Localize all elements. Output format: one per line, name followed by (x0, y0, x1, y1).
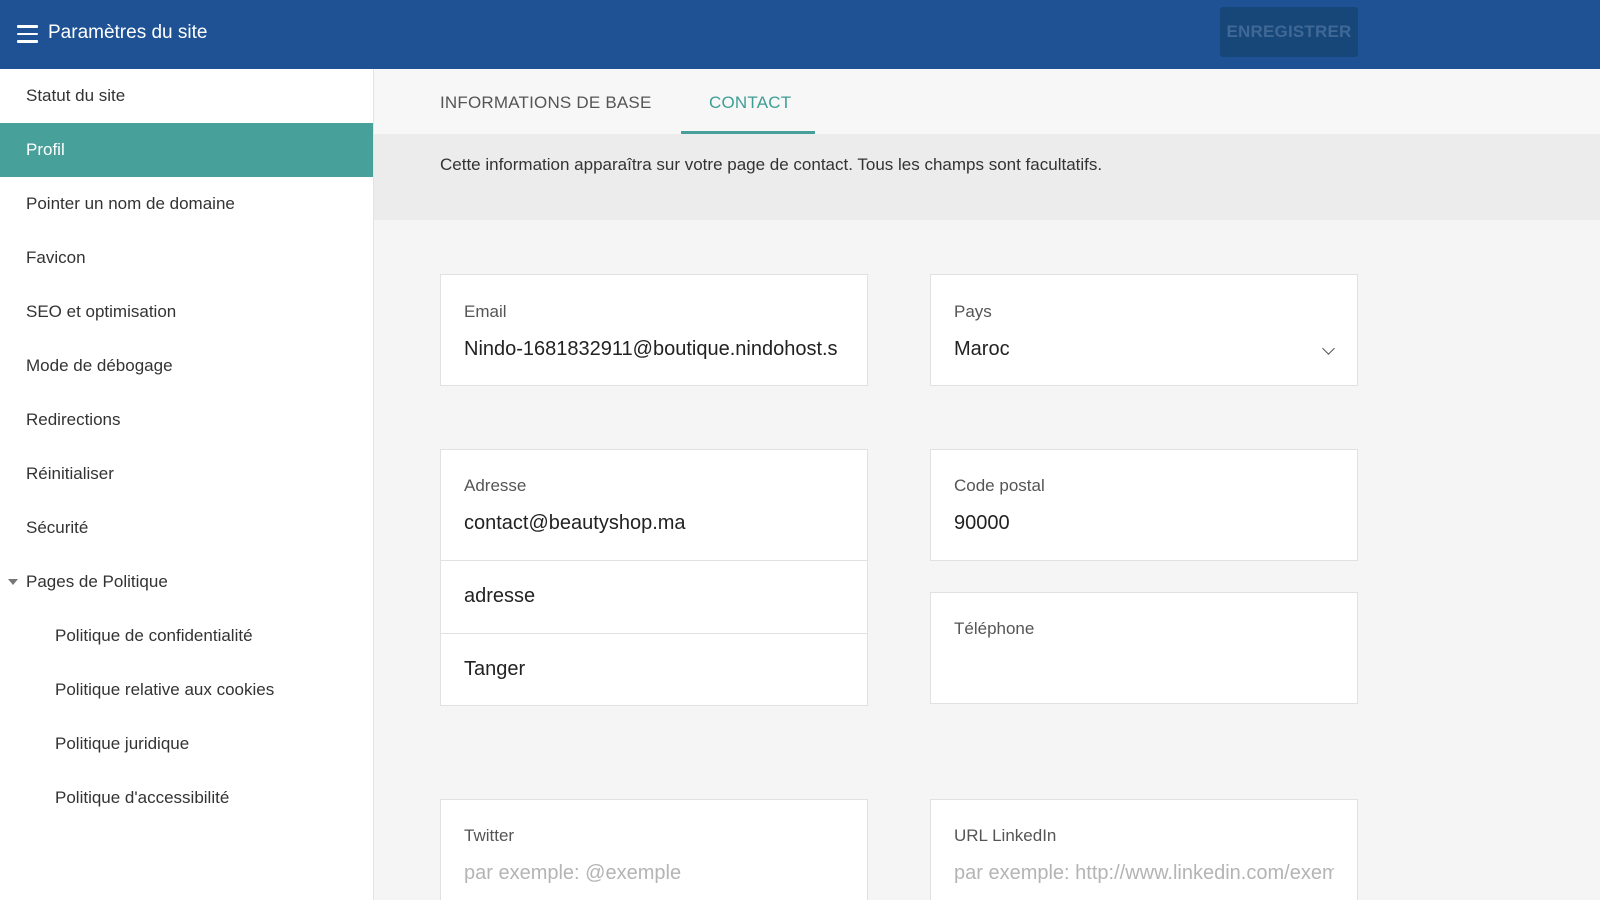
sidebar-item-site-status[interactable]: Statut du site (0, 69, 373, 123)
postal-code-value[interactable]: 90000 (954, 512, 1010, 535)
email-value[interactable]: Nindo-1681832911@boutique.nindohost.s (464, 338, 849, 361)
tab-bar: INFORMATIONS DE BASE CONTACT (374, 69, 1600, 134)
caret-down-icon[interactable] (8, 579, 18, 585)
main-content: INFORMATIONS DE BASE CONTACT Cette infor… (374, 69, 1600, 900)
address-label: Adresse (464, 476, 527, 495)
phone-label: Téléphone (954, 619, 1035, 638)
chevron-down-icon[interactable] (1322, 342, 1335, 355)
address-field-group: Adresse contact@beautyshop.ma adresse Ta… (440, 449, 868, 706)
sidebar-item-debug[interactable]: Mode de débogage (0, 339, 373, 393)
address-line1-input[interactable]: contact@beautyshop.ma (464, 512, 686, 535)
page-title: Paramètres du site (48, 22, 208, 43)
twitter-label: Twitter (464, 826, 515, 845)
divider (441, 633, 867, 634)
top-bar: Paramètres du site ENREGISTRER (0, 0, 1600, 69)
sidebar-item-security[interactable]: Sécurité (0, 501, 373, 555)
sidebar-item-reset[interactable]: Réinitialiser (0, 447, 373, 501)
twitter-field[interactable]: Twitter par exemple: @exemple (440, 799, 868, 900)
sidebar-item-domain[interactable]: Pointer un nom de domaine (0, 177, 373, 231)
country-label: Pays (954, 302, 992, 321)
sidebar-subitem-accessibility[interactable]: Politique d'accessibilité (0, 771, 373, 825)
hamburger-menu-icon[interactable] (17, 25, 38, 43)
postal-code-label: Code postal (954, 476, 1045, 495)
address-city-input[interactable]: Tanger (464, 658, 525, 681)
sidebar-subitem-cookies[interactable]: Politique relative aux cookies (0, 663, 373, 717)
postal-code-field[interactable]: Code postal 90000 (930, 449, 1358, 561)
sidebar-item-seo[interactable]: SEO et optimisation (0, 285, 373, 339)
save-button[interactable]: ENREGISTRER (1220, 7, 1358, 57)
info-banner: Cette information apparaîtra sur votre p… (374, 134, 1600, 220)
linkedin-label: URL LinkedIn (954, 826, 1057, 845)
email-field[interactable]: Email Nindo-1681832911@boutique.nindohos… (440, 274, 868, 386)
tab-contact[interactable]: CONTACT (709, 93, 791, 113)
linkedin-placeholder[interactable]: par exemple: http://www.linkedin.com/exe… (954, 862, 1334, 885)
linkedin-field[interactable]: URL LinkedIn par exemple: http://www.lin… (930, 799, 1358, 900)
tab-basic-info[interactable]: INFORMATIONS DE BASE (440, 93, 652, 113)
info-text: Cette information apparaîtra sur votre p… (440, 155, 1103, 174)
email-label: Email (464, 302, 507, 321)
sidebar-subitem-privacy[interactable]: Politique de confidentialité (0, 609, 373, 663)
sidebar-item-policy-pages[interactable]: Pages de Politique (0, 555, 373, 609)
sidebar-subitem-legal[interactable]: Politique juridique (0, 717, 373, 771)
sidebar-item-favicon[interactable]: Favicon (0, 231, 373, 285)
country-value[interactable]: Maroc (954, 338, 1010, 361)
address-line2-input[interactable]: adresse (464, 585, 535, 608)
sidebar: Statut du site Profil Pointer un nom de … (0, 69, 374, 900)
country-select[interactable]: Pays Maroc (930, 274, 1358, 386)
phone-field[interactable]: Téléphone (930, 592, 1358, 704)
sidebar-item-profile[interactable]: Profil (0, 123, 373, 177)
divider (441, 560, 867, 561)
sidebar-item-redirects[interactable]: Redirections (0, 393, 373, 447)
twitter-placeholder[interactable]: par exemple: @exemple (464, 862, 849, 885)
